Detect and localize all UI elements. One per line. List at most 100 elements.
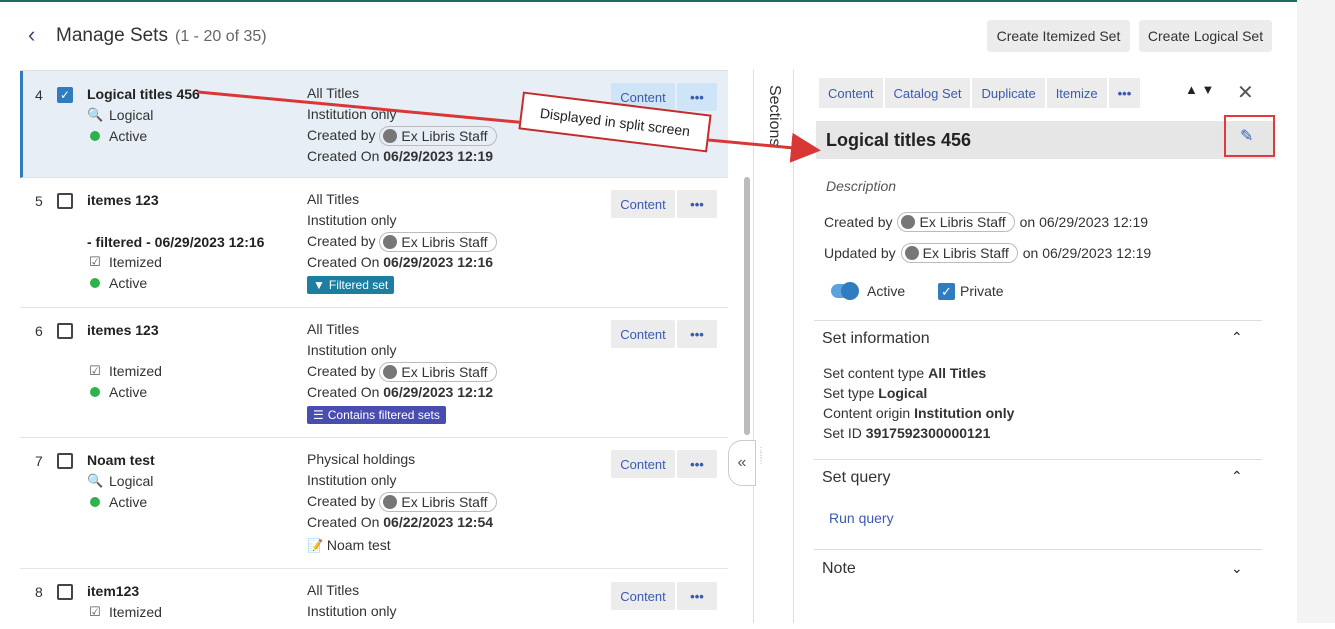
user-chip[interactable]: Ex Libris Staff: [379, 362, 497, 383]
user-chip[interactable]: Ex Libris Staff: [900, 243, 1018, 263]
close-icon[interactable]: ✕: [1237, 80, 1254, 105]
set-details: All Titles Institution only Created by E…: [307, 319, 497, 425]
info-content-origin: Content origin Institution only: [823, 405, 1014, 421]
arrow-down-icon[interactable]: ▼: [1202, 82, 1215, 97]
row-checkbox[interactable]: ✓: [57, 87, 73, 103]
content-button[interactable]: Content: [611, 450, 675, 478]
set-information-header[interactable]: Set information: [822, 330, 930, 348]
set-query-header[interactable]: Set query: [822, 469, 890, 487]
user-name: Ex Libris Staff: [401, 127, 488, 144]
chevron-left-icon[interactable]: ‹: [28, 24, 44, 46]
tab-catalog-set[interactable]: Catalog Set: [884, 78, 971, 108]
table-row[interactable]: 5 itemes 123 - filtered - 06/29/2023 12:…: [20, 178, 728, 308]
layers-icon: ☰: [313, 407, 324, 422]
note-header[interactable]: Note: [822, 560, 856, 578]
content-type: Physical holdings: [307, 451, 416, 467]
more-actions-button[interactable]: •••: [677, 582, 717, 610]
info-label: Set ID: [823, 425, 862, 441]
set-name[interactable]: Logical titles 456: [87, 86, 200, 102]
created-on-label: Created On: [307, 254, 380, 271]
created-on-label: Created On: [307, 384, 380, 401]
create-logical-set-button[interactable]: Create Logical Set: [1139, 20, 1272, 52]
set-status: Active: [87, 384, 147, 400]
create-itemized-set-button[interactable]: Create Itemized Set: [987, 20, 1130, 52]
set-name[interactable]: item123: [87, 583, 139, 599]
tab-content[interactable]: Content: [819, 78, 883, 108]
created-by: Created by Ex Libris Staff: [307, 231, 497, 253]
user-chip[interactable]: Ex Libris Staff: [379, 492, 497, 513]
note-icon: 📝: [307, 538, 324, 554]
magnifier-query-icon: 🔍: [87, 473, 104, 488]
prev-next-arrows[interactable]: ▲ ▼: [1185, 82, 1214, 97]
content-type: All Titles: [307, 191, 360, 207]
created-by-label: Created by: [307, 127, 376, 143]
table-row[interactable]: 8 item123 ☑ Itemized All Titles Instituti…: [20, 569, 728, 629]
table-row[interactable]: 7 Noam test 🔍 Logical Active Physical hol…: [20, 438, 728, 569]
sets-list: 4 ✓ Logical titles 456 🔍 Logical Active A…: [20, 70, 728, 623]
row-checkbox[interactable]: [57, 193, 73, 209]
user-name: Ex Libris Staff: [919, 214, 1006, 230]
row-number: 7: [35, 453, 43, 469]
content-button[interactable]: Content: [611, 190, 675, 218]
user-chip[interactable]: Ex Libris Staff: [379, 232, 497, 253]
set-type: 🔍 Logical: [87, 473, 153, 489]
set-name[interactable]: Noam test: [87, 452, 155, 468]
set-details: All Titles Institution only Created by E…: [307, 83, 497, 167]
more-actions-button[interactable]: •••: [677, 83, 717, 111]
chevron-up-icon[interactable]: ⌃: [1231, 329, 1243, 346]
list-scrollbar[interactable]: [744, 177, 750, 435]
content-type: All Titles: [307, 321, 360, 337]
pencil-icon[interactable]: ✎: [1240, 126, 1258, 145]
status-label: Active: [109, 384, 148, 400]
double-chevron-left-icon[interactable]: «: [728, 440, 756, 486]
more-actions-button[interactable]: •••: [677, 320, 717, 348]
set-note: 📝 Noam test: [307, 535, 497, 556]
created-by-label: Created by: [307, 233, 376, 249]
active-toggle[interactable]: [831, 282, 859, 300]
set-name[interactable]: itemes 123: [87, 322, 159, 338]
badge-label: Contains filtered sets: [327, 407, 440, 422]
itemized-checklist-icon: ☑: [89, 254, 101, 269]
row-checkbox[interactable]: [57, 323, 73, 339]
row-number: 4: [35, 87, 43, 103]
content-origin: Institution only: [307, 603, 397, 619]
user-chip[interactable]: Ex Libris Staff: [379, 126, 497, 147]
set-type: ☑ Itemized: [87, 604, 162, 620]
user-name: Ex Libris Staff: [922, 245, 1009, 261]
private-checkbox[interactable]: ✓: [938, 283, 955, 300]
created-on-value: 06/22/2023 12:54: [383, 514, 494, 531]
content-button[interactable]: Content: [611, 320, 675, 348]
created-on-value: 06/29/2023 12:16: [383, 254, 494, 271]
chevron-down-icon[interactable]: ⌄: [1231, 560, 1243, 577]
tab-more[interactable]: •••: [1108, 78, 1141, 108]
row-checkbox[interactable]: [57, 453, 73, 469]
created-by-label: Created by: [307, 493, 376, 509]
content-button[interactable]: Content: [611, 582, 675, 610]
chevron-up-icon[interactable]: ⌃: [1231, 468, 1243, 485]
tab-duplicate[interactable]: Duplicate: [972, 78, 1045, 108]
run-query-link[interactable]: Run query: [829, 510, 894, 526]
set-details: All Titles Institution only: [307, 580, 397, 622]
set-name[interactable]: itemes 123: [87, 192, 159, 208]
funnel-icon: ▼: [313, 277, 325, 292]
row-number: 5: [35, 193, 43, 209]
info-label: Set type: [823, 385, 875, 401]
detail-actions: Content Catalog Set Duplicate Itemize ••…: [819, 78, 1141, 108]
content-origin: Institution only: [307, 212, 397, 228]
content-origin: Institution only: [307, 472, 397, 488]
filtered-set-badge: ▼ Filtered set: [307, 276, 395, 295]
created-by: Created by Ex Libris Staff: [307, 491, 497, 513]
more-actions-button[interactable]: •••: [677, 190, 717, 218]
sections-tab[interactable]: Sections: [761, 85, 783, 165]
user-chip[interactable]: Ex Libris Staff: [897, 212, 1015, 232]
set-details: Physical holdings Institution only Creat…: [307, 449, 497, 556]
row-checkbox[interactable]: [57, 584, 73, 600]
user-avatar-icon: [383, 365, 398, 380]
user-avatar-icon: [904, 246, 919, 260]
more-actions-button[interactable]: •••: [677, 450, 717, 478]
arrow-up-icon[interactable]: ▲: [1185, 82, 1198, 97]
tab-itemize[interactable]: Itemize: [1046, 78, 1107, 108]
splitter-grip-icon[interactable]: ⋮ ⋮ ⋮: [757, 447, 765, 478]
table-row[interactable]: 6 itemes 123 ☑ Itemized Active All Titles…: [20, 308, 728, 438]
contains-filtered-sets-badge: ☰ Contains filtered sets: [307, 406, 446, 425]
